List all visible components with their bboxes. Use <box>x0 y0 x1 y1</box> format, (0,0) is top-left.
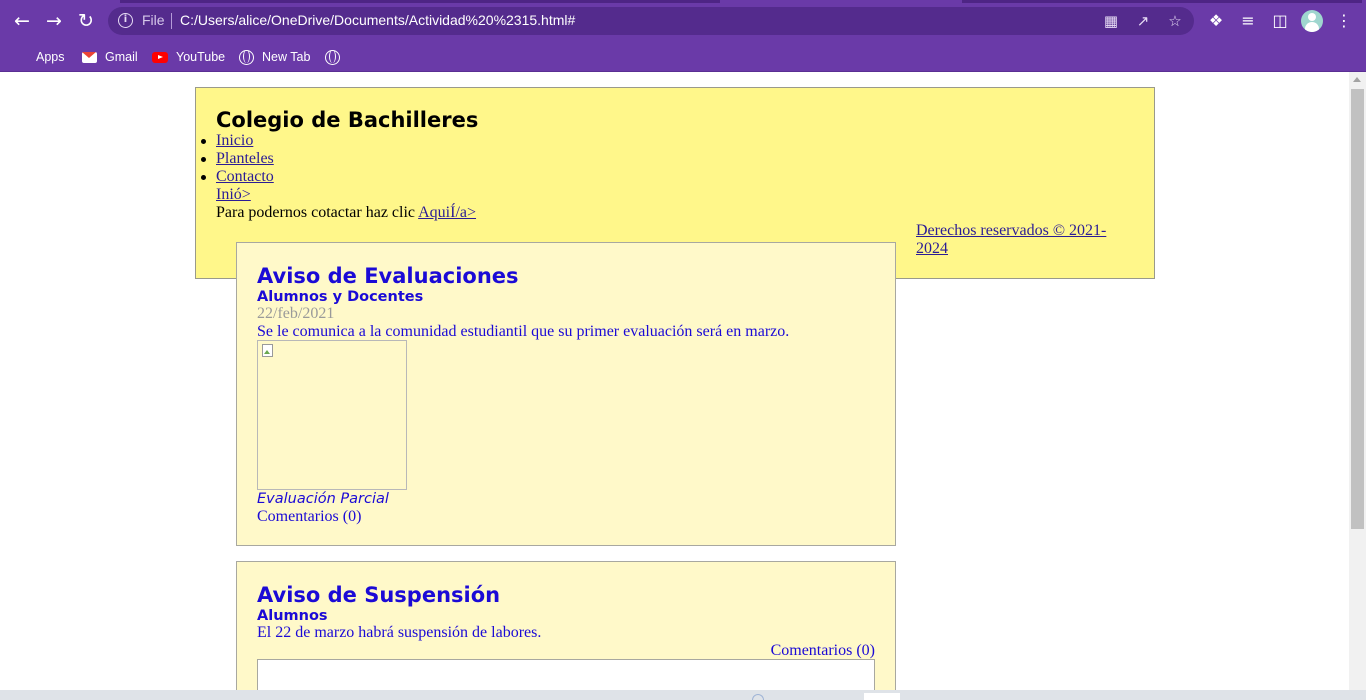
post-body: El 22 de marzo habrá suspensión de labor… <box>257 624 542 641</box>
post-title: Aviso de Suspensión <box>257 583 501 607</box>
side-panel-icon[interactable]: ◫ <box>1269 10 1291 32</box>
nav-link-planteles[interactable]: Planteles <box>216 150 274 167</box>
globe-icon <box>325 49 340 65</box>
nav-item: Inicio <box>201 132 274 150</box>
post-image <box>257 340 407 490</box>
reload-icon[interactable]: ↻ <box>74 9 98 33</box>
copyright-link[interactable]: Derechos reservados © 2021-2024 <box>916 222 1106 257</box>
post-audience: Alumnos <box>257 608 328 624</box>
browser-toolbar: ← → ↻ i File C:/Users/alice/OneDrive/Doc… <box>0 0 1366 42</box>
broken-image-icon <box>260 343 276 359</box>
post-date: 22/feb/2021 <box>257 305 335 322</box>
share-icon[interactable]: ↗ <box>1133 11 1153 31</box>
post-title: Aviso de Evaluaciones <box>257 264 519 288</box>
bookmark-gmail[interactable]: Gmail <box>82 46 138 68</box>
inio-link[interactable]: Inió> <box>216 186 251 203</box>
bookmark-new-tab[interactable]: New Tab <box>239 46 310 68</box>
nav-item: Contacto <box>201 168 274 186</box>
file-scheme-label: File <box>142 12 165 28</box>
gmail-icon <box>82 51 97 63</box>
apps-grid-icon <box>14 50 28 64</box>
more-menu-icon[interactable]: ⋮ <box>1333 10 1355 32</box>
back-arrow-icon[interactable]: ← <box>10 9 34 33</box>
post-card: Aviso de Suspensión Alumnos El 22 de mar… <box>236 561 896 690</box>
translate-icon[interactable]: ▦ <box>1101 11 1121 31</box>
main-nav: Inicio Planteles Contacto <box>201 132 274 186</box>
address-separator <box>171 13 172 29</box>
bookmark-globe[interactable] <box>325 46 348 68</box>
url-text[interactable]: C:/Users/alice/OneDrive/Documents/Activi… <box>180 12 575 28</box>
tab-strip-edge <box>962 0 1362 3</box>
page-viewport: Colegio de Bachilleres Inicio Planteles … <box>0 72 1366 690</box>
bookmark-label: Apps <box>36 50 65 64</box>
bookmark-apps[interactable]: Apps <box>14 46 65 68</box>
address-bar[interactable]: i File C:/Users/alice/OneDrive/Documents… <box>108 7 1194 35</box>
post-body: Se le comunica a la comunidad estudianti… <box>257 323 790 340</box>
globe-icon <box>239 49 254 65</box>
contact-text: Para podernos cotactar haz clic <box>216 204 419 221</box>
contact-line: Para podernos cotactar haz clic AquiÍ/a> <box>216 204 476 222</box>
nav-link-contacto[interactable]: Contacto <box>216 168 274 185</box>
scroll-up-arrow-icon[interactable] <box>1353 77 1361 82</box>
comments-link[interactable]: Comentarios (0) <box>771 642 875 660</box>
bookmark-star-icon[interactable]: ☆ <box>1165 11 1185 31</box>
contact-here-link[interactable]: AquiÍ/a> <box>418 204 476 221</box>
forward-arrow-icon[interactable]: → <box>42 9 66 33</box>
profile-avatar[interactable] <box>1301 10 1323 32</box>
inio-line: Inió> <box>216 186 251 204</box>
nav-link-inicio[interactable]: Inicio <box>216 132 253 149</box>
vertical-scrollbar[interactable] <box>1349 72 1366 690</box>
site-title: Colegio de Bachilleres <box>216 108 479 132</box>
bookmark-label: New Tab <box>262 50 311 64</box>
nav-item: Planteles <box>201 150 274 168</box>
bookmarks-bar: Apps Gmail YouTube New Tab <box>0 42 1366 72</box>
post-embed-box <box>257 659 875 690</box>
post-audience: Alumnos y Docentes <box>257 289 424 305</box>
comments-link[interactable]: Comentarios (0) <box>257 508 361 526</box>
image-caption: Evaluación Parcial <box>257 491 389 507</box>
bookmark-label: YouTube <box>176 50 226 64</box>
media-queue-icon[interactable]: ≡ <box>1237 10 1259 32</box>
extensions-puzzle-icon[interactable]: ❖ <box>1205 10 1227 32</box>
bookmark-label: Gmail <box>105 50 138 64</box>
youtube-icon <box>152 51 168 63</box>
site-info-icon[interactable]: i <box>118 13 133 28</box>
post-card: Aviso de Evaluaciones Alumnos y Docentes… <box>236 242 896 546</box>
scrollbar-thumb[interactable] <box>1351 89 1364 529</box>
copyright-notice: Derechos reservados © 2021-2024 <box>916 222 1126 258</box>
tab-strip-edge <box>120 0 720 3</box>
bottom-edge-strip <box>0 690 1366 700</box>
bookmark-youtube[interactable]: YouTube <box>152 46 225 68</box>
